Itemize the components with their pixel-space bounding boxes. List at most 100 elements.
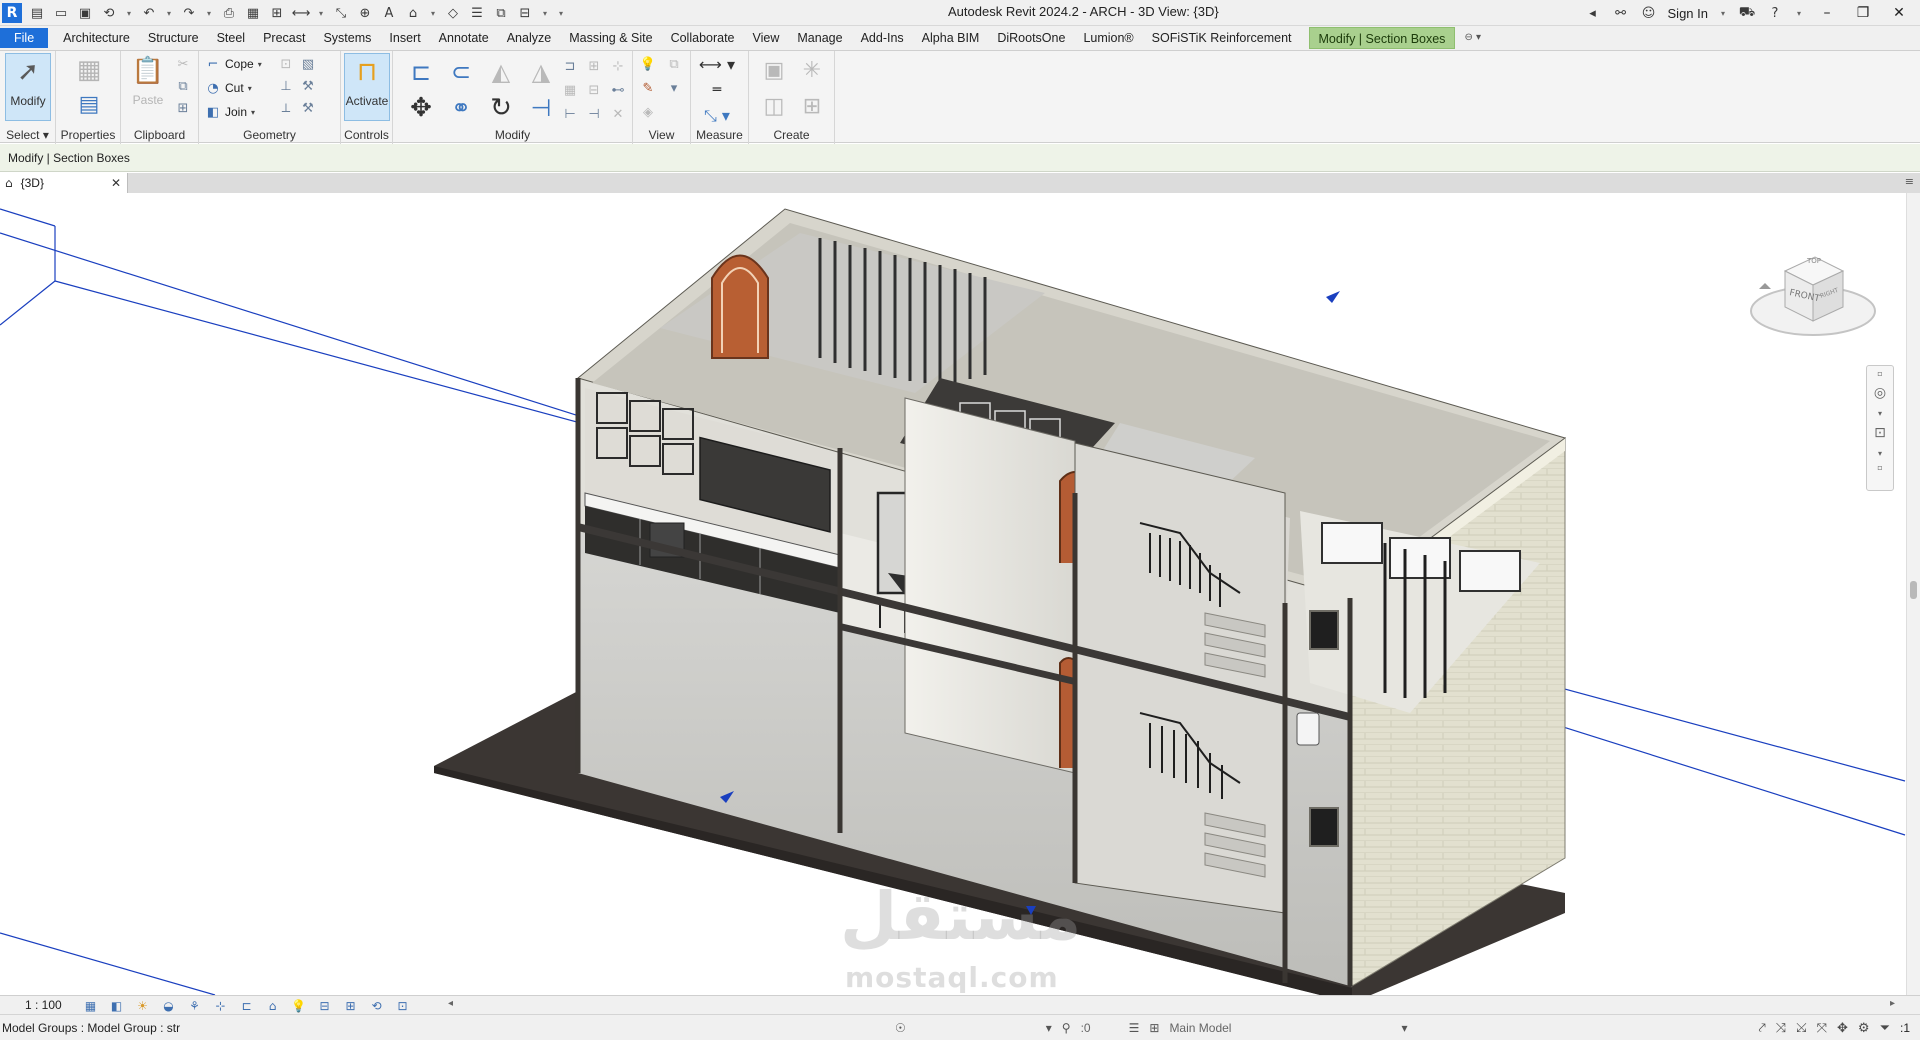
temporary-view-properties-icon[interactable]: ⊞ [342, 997, 359, 1014]
sync-dropdown-icon[interactable]: ▾ [124, 4, 134, 22]
lock-3d-view-icon[interactable]: ⌂ [264, 997, 281, 1014]
main-model-icon[interactable]: ⊞ [1149, 1021, 1159, 1035]
worksets-icon[interactable]: ☉ [895, 1021, 906, 1035]
open-icon[interactable]: ▭ [52, 4, 70, 22]
tab-analyze[interactable]: Analyze [498, 27, 560, 49]
building-section[interactable] [575, 208, 1567, 987]
hammer-icon[interactable]: ⚒ [299, 99, 317, 117]
tab-architecture[interactable]: Architecture [54, 27, 139, 49]
create-assembly-icon[interactable]: ▣ [757, 55, 791, 85]
unpin-icon[interactable]: ⊷ [609, 81, 627, 99]
reveal-hidden-icon[interactable]: ⊟ [316, 997, 333, 1014]
paint-icon[interactable]: ▧ [299, 55, 317, 73]
sync-icon[interactable]: ⟲ [100, 4, 118, 22]
delete-icon[interactable]: ✕ [609, 105, 627, 123]
close-hidden-icon[interactable]: ⧉ [492, 4, 510, 22]
viewcube[interactable]: TOP FRONT RIGHT [1745, 243, 1885, 353]
scale-icon[interactable]: ⊟ [585, 81, 603, 99]
properties-button[interactable]: ▤ [66, 87, 112, 121]
pin-icon[interactable]: ⊹ [609, 57, 627, 75]
spot-icon[interactable]: ⊕ [356, 4, 374, 22]
home-3d-icon[interactable]: ⌂ [404, 4, 422, 22]
steering-wheel-dropdown-icon[interactable]: ▾ [1867, 406, 1893, 420]
tab-add-ins[interactable]: Add-Ins [852, 27, 913, 49]
editable-only-icon[interactable]: ⚲ [1062, 1021, 1071, 1035]
tab-systems[interactable]: Systems [314, 27, 380, 49]
paste-button[interactable]: 📋 Paste [125, 53, 171, 121]
tab-view[interactable]: View [744, 27, 789, 49]
align-icon[interactable]: ⊏ [403, 57, 439, 87]
create-parts-icon[interactable]: ✳ [795, 55, 829, 85]
tab-sofistik-reinforcement[interactable]: SOFiSTiK Reinforcement [1143, 27, 1301, 49]
cart-icon[interactable]: ⛟ [1738, 4, 1756, 22]
select-pinned-icon[interactable]: ⤩ [1796, 1021, 1806, 1036]
view-tab-3d[interactable]: ⌂ {3D} ✕ [0, 173, 128, 193]
arched-window[interactable] [711, 254, 769, 359]
filter-icon[interactable]: ⏷ [1880, 1021, 1890, 1036]
ribbon-minimize-icon[interactable]: ⊖ ▾ [1455, 27, 1490, 49]
mirror-axis-icon[interactable]: ◭ [483, 57, 519, 87]
sheet-icon[interactable]: ▦ [244, 4, 262, 22]
vertical-scrollbar[interactable] [1906, 193, 1920, 995]
activate-button[interactable]: ⊓ Activate [344, 53, 390, 121]
crop-view-icon[interactable]: ⊹ [212, 997, 229, 1014]
measure-between-icon[interactable]: ⟷ ▾ [697, 55, 737, 74]
user-icon[interactable]: ☺ [1640, 4, 1658, 22]
select-box-icon[interactable]: ◈ [639, 103, 657, 121]
type-properties-button[interactable]: ▦ [66, 53, 112, 87]
scroll-right-icon[interactable]: ▸ [1890, 998, 1895, 1009]
properties-label[interactable]: Properties [56, 128, 120, 142]
help-icon[interactable]: ? [1766, 4, 1784, 22]
search-arrow-icon[interactable]: ◂ [1584, 4, 1602, 22]
measure-icon[interactable]: ⊞ [268, 4, 286, 22]
hide-in-view-icon[interactable]: 💡 [639, 55, 657, 73]
join-button[interactable]: ◧ Join ▾ [205, 102, 255, 122]
mirror-draw-icon[interactable]: ◮ [523, 57, 559, 87]
tab-steel[interactable]: Steel [208, 27, 255, 49]
visual-style-icon[interactable]: ◧ [108, 997, 125, 1014]
select-by-face-icon[interactable]: ⤧ [1817, 1021, 1827, 1036]
measure-along-icon[interactable]: ═ [697, 81, 737, 99]
cope-button[interactable]: ⌐ Cope ▾ [205, 54, 262, 74]
switch-windows-icon[interactable]: ⊟ [516, 4, 534, 22]
panel-select-title[interactable]: Select ▾ [0, 128, 55, 142]
tab-file[interactable]: File [0, 28, 49, 48]
navbar-options-icon[interactable]: ▫ [1867, 460, 1893, 474]
binoculars-icon[interactable]: ⚯ [1612, 4, 1630, 22]
dimension-dropdown-icon[interactable]: ▾ [316, 4, 326, 22]
print-icon[interactable]: ⎙ [220, 4, 238, 22]
status-dropdown-icon[interactable]: ▾ [1046, 1021, 1052, 1035]
demolish-icon[interactable]: ⚒ [299, 77, 317, 95]
grip-top[interactable] [1326, 291, 1340, 303]
beam-join-icon[interactable]: ⟂ [277, 99, 295, 117]
copy-icon[interactable]: ⧉ [174, 77, 192, 95]
move-icon[interactable]: ✥ [403, 93, 439, 123]
tab-manage[interactable]: Manage [788, 27, 851, 49]
rotate-icon[interactable]: ↻ [483, 93, 519, 123]
drag-on-selection-icon[interactable]: ✥ [1837, 1021, 1848, 1036]
steering-wheel-icon[interactable]: ◎ [1867, 380, 1893, 406]
trim-extend-icon[interactable]: ⊢ [561, 105, 579, 123]
water-heater[interactable] [1296, 712, 1320, 746]
redo-dropdown-icon[interactable]: ▾ [204, 4, 214, 22]
tab-modify-section-boxes[interactable]: Modify | Section Boxes [1308, 27, 1456, 49]
section-icon[interactable]: ◇ [444, 4, 462, 22]
navbar-close-icon[interactable]: ▫ [1867, 366, 1893, 380]
array-icon[interactable]: ▦ [561, 81, 579, 99]
design-options-icon[interactable]: ☰ [1129, 1021, 1140, 1035]
temporary-hide-icon[interactable]: 💡 [290, 997, 307, 1014]
sign-in-link[interactable]: Sign In [1668, 6, 1708, 21]
viewcube-home-icon[interactable] [1759, 283, 1771, 289]
dimension-icon[interactable]: ⟷ [292, 4, 311, 22]
help-dropdown-icon[interactable]: ▾ [1794, 4, 1804, 22]
create-similar-icon[interactable]: ⊞ [795, 91, 829, 121]
split-face-icon[interactable]: ⊡ [277, 55, 295, 73]
save-icon[interactable]: ▣ [76, 4, 94, 22]
split-gap-icon[interactable]: ⊞ [585, 57, 603, 75]
scroll-left-icon[interactable]: ◂ [448, 998, 453, 1009]
tab-lumion[interactable]: Lumion® [1074, 27, 1142, 49]
offset-icon[interactable]: ⊂ [443, 57, 479, 87]
redo-icon[interactable]: ↷ [180, 4, 198, 22]
undo-dropdown-icon[interactable]: ▾ [164, 4, 174, 22]
tab-dirootsone[interactable]: DiRootsOne [988, 27, 1074, 49]
